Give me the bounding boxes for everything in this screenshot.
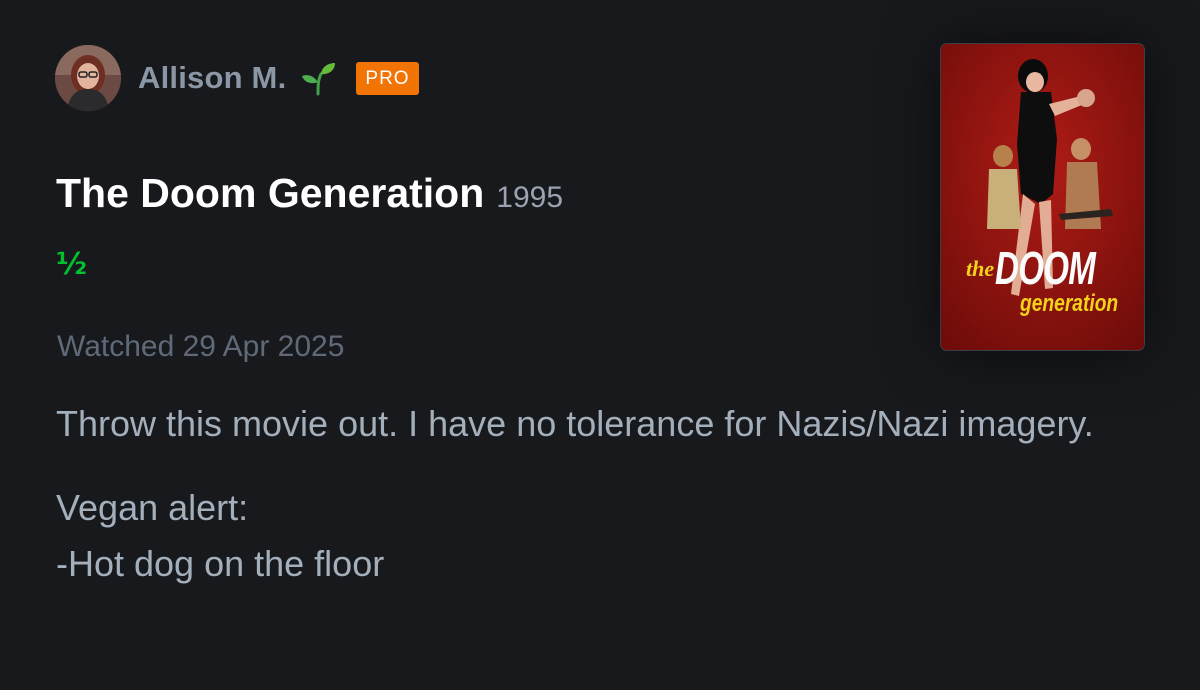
poster-title-the: the (966, 256, 995, 281)
review-card: Allison M. PRO The Doom Generation 1995 … (0, 0, 1200, 690)
poster-title-generation: generation (1020, 290, 1119, 317)
star-rating: ½ (56, 247, 88, 282)
author-name[interactable]: Allison M. (138, 60, 286, 96)
watched-date: Watched 29 Apr 2025 (57, 330, 345, 363)
pro-badge: PRO (356, 61, 419, 95)
review-line: -Hot dog on the floor (56, 543, 385, 584)
avatar-image (55, 45, 121, 111)
avatar[interactable] (55, 45, 121, 111)
film-year[interactable]: 1995 (496, 181, 563, 215)
film-poster[interactable]: the DOOM generation (941, 44, 1144, 350)
poster-title-doom: DOOM (995, 242, 1096, 294)
review-body: Throw this movie out. I have no toleranc… (56, 396, 1166, 592)
film-title[interactable]: The Doom Generation (56, 170, 484, 217)
review-paragraph: Vegan alert: -Hot dog on the floor (56, 480, 1166, 592)
review-line: Vegan alert: (56, 487, 249, 528)
author-row: Allison M. PRO (55, 44, 419, 112)
sprout-icon (298, 58, 338, 98)
review-paragraph: Throw this movie out. I have no toleranc… (56, 403, 1094, 444)
film-title-row: The Doom Generation 1995 (56, 170, 563, 217)
